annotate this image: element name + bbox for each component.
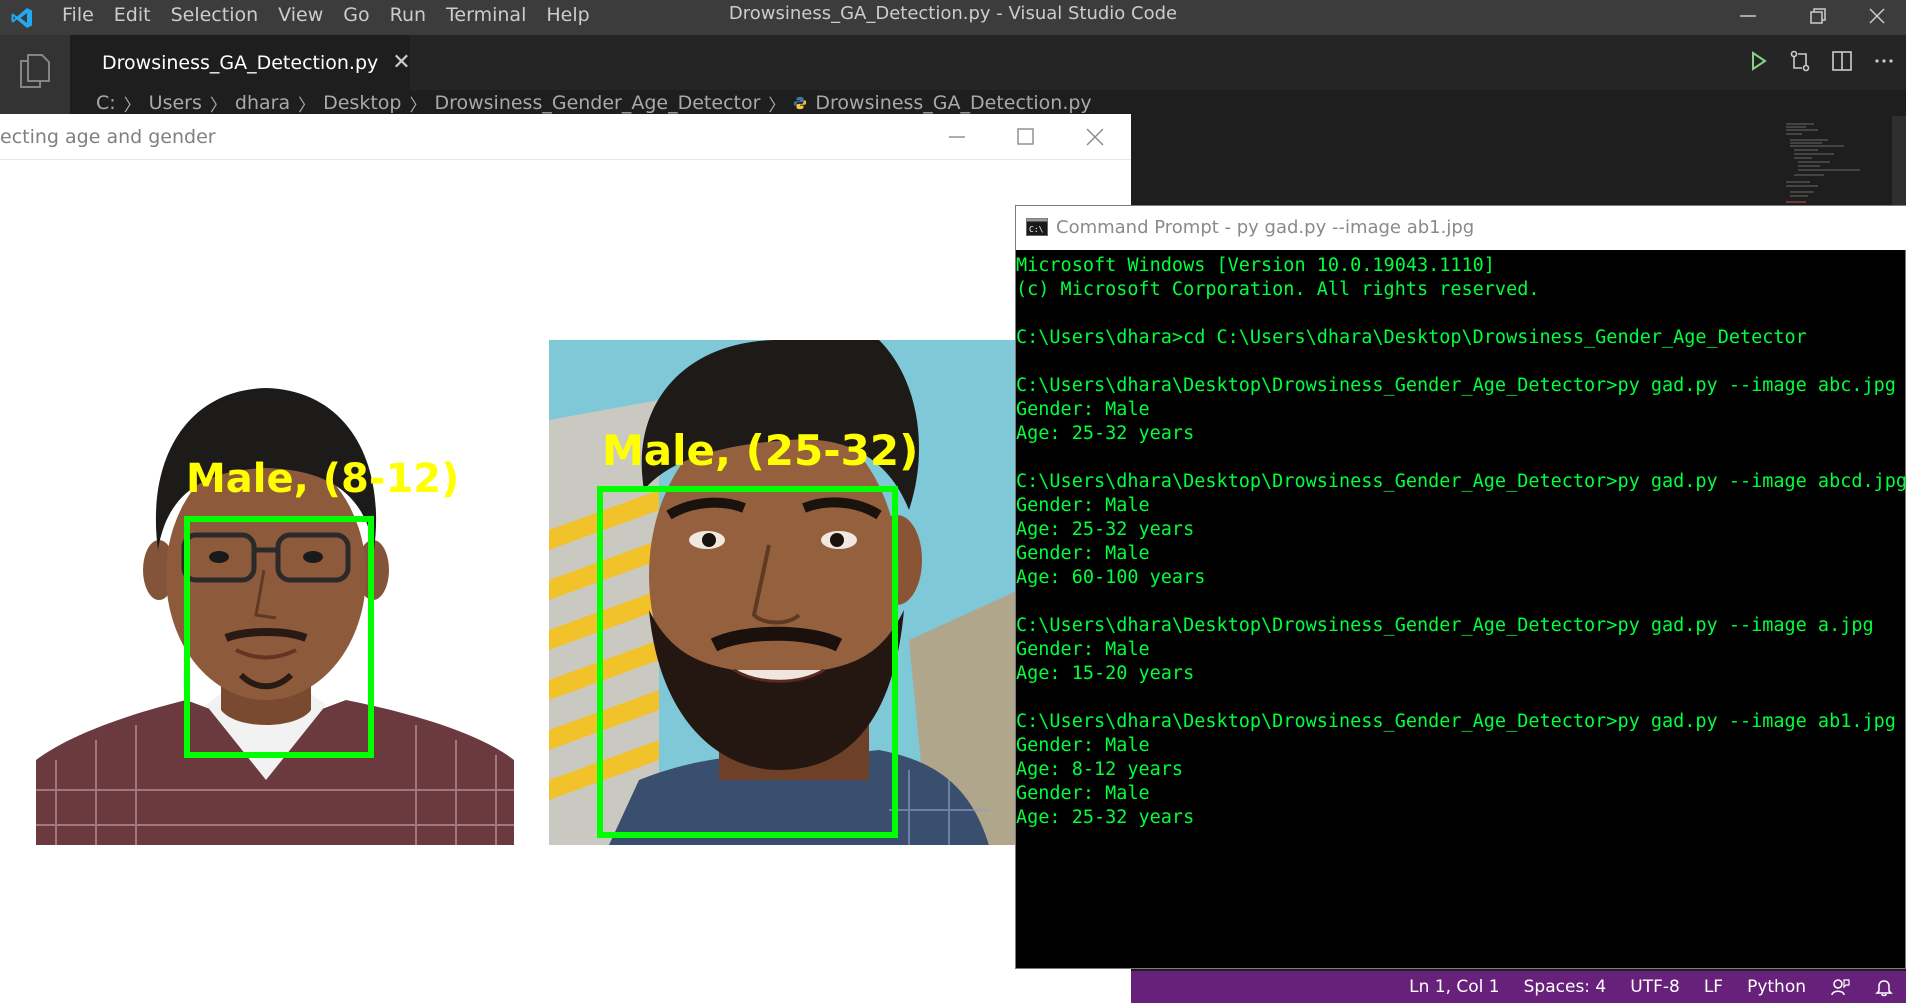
close-icon xyxy=(1869,8,1885,24)
breadcrumb-item[interactable]: Drowsiness_Gender_Age_Detector xyxy=(434,92,760,114)
tab-label: Drowsiness_GA_Detection.py xyxy=(102,51,379,74)
editor-actions xyxy=(1746,49,1896,73)
breadcrumb-item[interactable]: Desktop xyxy=(323,92,401,114)
terminal-line: Age: 15-20 years xyxy=(1016,663,1195,684)
terminal-line: Gender: Male xyxy=(1016,495,1150,516)
chevron-right-icon: 〉 xyxy=(209,95,227,116)
terminal-line: Age: 60-100 years xyxy=(1016,567,1206,588)
breadcrumb-item[interactable]: dhara xyxy=(235,92,290,114)
detection-image-canvas: Male, (8-12) Male, (25-32) xyxy=(0,160,1131,1003)
breadcrumb-item[interactable]: Users xyxy=(149,92,202,114)
terminal-line: Age: 25-32 years xyxy=(1016,423,1195,444)
terminal-line: Age: 25-32 years xyxy=(1016,807,1195,828)
close-icon xyxy=(1086,128,1104,146)
indentation[interactable]: Spaces: 4 xyxy=(1524,977,1607,997)
terminal-line: C:\Users\dhara\Desktop\Drowsiness_Gender… xyxy=(1016,375,1896,396)
terminal-line: Age: 8-12 years xyxy=(1016,759,1184,780)
vscode-titlebar: File Edit Selection View Go Run Terminal… xyxy=(0,0,1906,35)
breadcrumb-item-file[interactable]: Drowsiness_GA_Detection.py xyxy=(815,92,1091,114)
menu-edit[interactable]: Edit xyxy=(104,0,161,35)
terminal-line: C:\Users\dhara>cd C:\Users\dhara\Desktop… xyxy=(1016,327,1807,348)
menu-file[interactable]: File xyxy=(52,0,104,35)
split-editor-icon[interactable] xyxy=(1830,49,1854,73)
command-prompt-titlebar[interactable]: C:\ Command Prompt - py gad.py --image a… xyxy=(1016,206,1906,250)
python-file-icon xyxy=(794,96,807,110)
terminal-line: (c) Microsoft Corporation. All rights re… xyxy=(1016,279,1540,300)
breadcrumb: C: 〉 Users 〉 dhara 〉 Desktop 〉 Drowsines… xyxy=(70,90,1906,116)
close-window-button[interactable] xyxy=(1853,0,1906,35)
vscode-logo-icon xyxy=(11,8,32,28)
image-minimize-button[interactable] xyxy=(942,124,972,150)
terminal-line: Microsoft Windows [Version 10.0.19043.11… xyxy=(1016,255,1495,276)
terminal-line: Gender: Male xyxy=(1016,399,1150,420)
menu-go[interactable]: Go xyxy=(333,0,379,35)
terminal-line: C:\Users\dhara\Desktop\Drowsiness_Gender… xyxy=(1016,615,1874,636)
compare-changes-icon[interactable] xyxy=(1788,49,1812,73)
command-prompt-icon: C:\ xyxy=(1026,218,1048,236)
maximize-icon xyxy=(1017,128,1034,145)
tab-drowsiness-ga-detection[interactable]: Drowsiness_GA_Detection.py ✕ xyxy=(70,35,411,90)
command-prompt-window: C:\ Command Prompt - py gad.py --image a… xyxy=(1015,205,1906,969)
command-prompt-output[interactable]: Microsoft Windows [Version 10.0.19043.11… xyxy=(1016,250,1906,970)
terminal-line: Gender: Male xyxy=(1016,543,1150,564)
image-result-window: ecting age and gender Male, (8-12) Male,… xyxy=(0,114,1131,1003)
end-of-line[interactable]: LF xyxy=(1704,977,1723,997)
image-close-button[interactable] xyxy=(1080,124,1110,150)
chevron-right-icon: 〉 xyxy=(768,95,786,116)
run-icon[interactable] xyxy=(1746,49,1770,73)
face-label-2: Male, (25-32) xyxy=(602,426,919,475)
more-actions-icon[interactable] xyxy=(1872,49,1896,73)
breadcrumb-item[interactable]: C: xyxy=(96,92,116,114)
minimize-icon xyxy=(949,136,965,138)
svg-text:C:\: C:\ xyxy=(1029,225,1044,234)
minimize-button[interactable] xyxy=(1713,0,1783,35)
command-prompt-title: Command Prompt - py gad.py --image ab1.j… xyxy=(1056,217,1475,238)
chevron-right-icon: 〉 xyxy=(409,95,427,116)
minimap[interactable] xyxy=(1784,120,1864,210)
restore-button[interactable] xyxy=(1783,0,1853,35)
editor-tab-bar: Drowsiness_GA_Detection.py ✕ xyxy=(70,35,1906,90)
language-mode[interactable]: Python xyxy=(1747,977,1806,997)
image-maximize-button[interactable] xyxy=(1010,124,1040,150)
terminal-line: C:\Users\dhara\Desktop\Drowsiness_Gender… xyxy=(1016,471,1906,492)
menu-run[interactable]: Run xyxy=(380,0,436,35)
face-bounding-box-2 xyxy=(597,486,898,838)
cursor-position[interactable]: Ln 1, Col 1 xyxy=(1409,977,1500,997)
terminal-line: C:\Users\dhara\Desktop\Drowsiness_Gender… xyxy=(1016,711,1896,732)
menu-view[interactable]: View xyxy=(268,0,333,35)
menu-bar: File Edit Selection View Go Run Terminal… xyxy=(52,0,600,35)
face-bounding-box-1 xyxy=(184,516,374,758)
restore-icon xyxy=(1810,8,1826,24)
chevron-right-icon: 〉 xyxy=(298,95,316,116)
notifications-bell-icon[interactable] xyxy=(1874,977,1894,997)
terminal-line: Gender: Male xyxy=(1016,783,1150,804)
encoding[interactable]: UTF-8 xyxy=(1630,977,1680,997)
menu-terminal[interactable]: Terminal xyxy=(436,0,536,35)
tab-close-icon[interactable]: ✕ xyxy=(392,50,410,75)
terminal-line: Gender: Male xyxy=(1016,735,1150,756)
feedback-icon[interactable] xyxy=(1830,977,1850,997)
image-window-titlebar[interactable]: ecting age and gender xyxy=(0,114,1131,160)
menu-help[interactable]: Help xyxy=(536,0,599,35)
status-right: Ln 1, Col 1 Spaces: 4 UTF-8 LF Python xyxy=(1409,971,1894,1003)
menu-selection[interactable]: Selection xyxy=(161,0,269,35)
terminal-line: Gender: Male xyxy=(1016,639,1150,660)
minimize-icon xyxy=(1740,15,1756,17)
face-label-1: Male, (8-12) xyxy=(186,456,460,502)
explorer-files-icon[interactable] xyxy=(18,53,52,89)
image-window-title: ecting age and gender xyxy=(0,126,216,148)
chevron-right-icon: 〉 xyxy=(123,95,141,116)
terminal-line: Age: 25-32 years xyxy=(1016,519,1195,540)
